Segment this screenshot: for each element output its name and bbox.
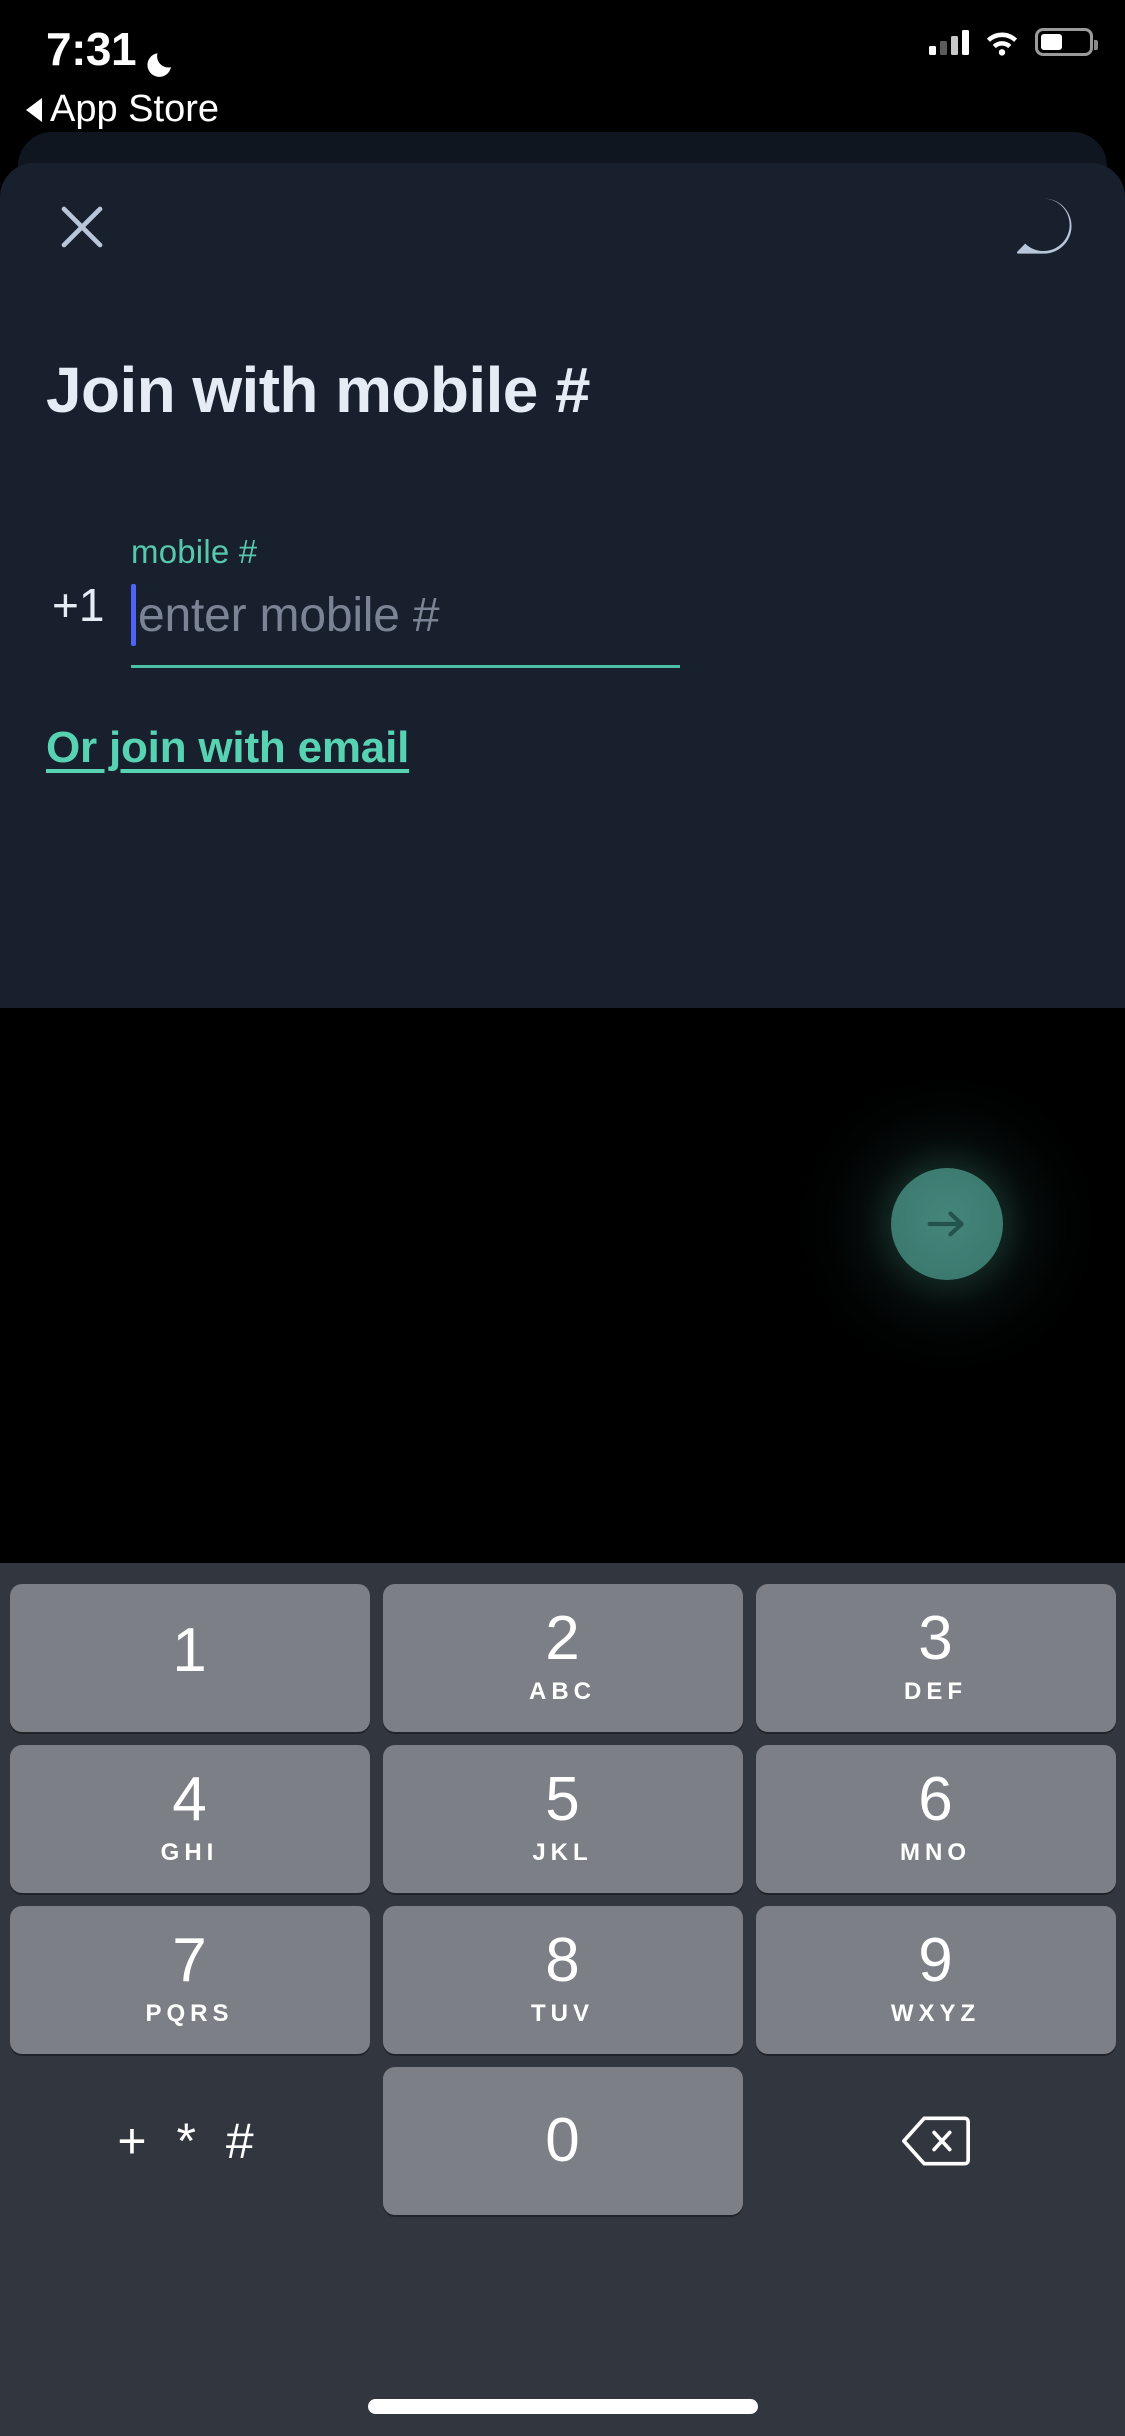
country-code-prefix: +1 xyxy=(52,579,105,631)
key-letters: GHI xyxy=(160,1839,219,1866)
status-bar: 7:31 App Store xyxy=(0,0,1125,150)
key-digit: 0 xyxy=(545,2106,580,2175)
mobile-input-placeholder: enter mobile # xyxy=(138,588,440,642)
key-letters: DEF xyxy=(904,1678,967,1705)
status-bar-indicators xyxy=(929,28,1098,56)
key-digit: 7 xyxy=(172,1926,207,1995)
numeric-keypad: 1 2 ABC 3 DEF 4 GHI 5 JKL 6 MNO 7 PQRS 8… xyxy=(0,1563,1125,2436)
key-digit: 5 xyxy=(545,1765,580,1834)
status-bar-time: 7:31 xyxy=(46,23,137,75)
key-9[interactable]: 9 WXYZ xyxy=(755,1906,1116,2054)
page-title: Join with mobile # xyxy=(46,354,591,426)
key-4[interactable]: 4 GHI xyxy=(9,1745,370,1893)
key-8[interactable]: 8 TUV xyxy=(382,1906,743,2054)
key-digit: 3 xyxy=(918,1604,953,1673)
battery-icon xyxy=(1035,28,1098,56)
status-bar-time-group: 7:31 xyxy=(46,22,176,77)
keypad-row-3: 7 PQRS 8 TUV 9 WXYZ xyxy=(0,1906,1125,2054)
key-5[interactable]: 5 JKL xyxy=(382,1745,743,1893)
submit-button[interactable] xyxy=(891,1168,1003,1280)
key-letters: ABC xyxy=(529,1678,596,1705)
mobile-number-input[interactable]: enter mobile # xyxy=(131,569,680,661)
key-letters: PQRS xyxy=(145,2000,234,2027)
help-question-bubble-icon xyxy=(1016,198,1072,254)
key-digit: 4 xyxy=(172,1765,207,1834)
crescent-moon-icon xyxy=(146,36,176,77)
key-symbols-label: + * # xyxy=(117,2113,262,2169)
key-digit: 6 xyxy=(918,1765,953,1834)
keypad-row-1: 1 2 ABC 3 DEF xyxy=(0,1563,1125,1732)
key-7[interactable]: 7 PQRS xyxy=(9,1906,370,2054)
key-3[interactable]: 3 DEF xyxy=(755,1584,1116,1732)
text-caret xyxy=(131,584,136,646)
key-letters: WXYZ xyxy=(890,2000,981,2027)
sheet-nav-bar xyxy=(0,163,1125,283)
key-letters: TUV xyxy=(531,2000,594,2027)
help-button[interactable] xyxy=(1005,187,1083,265)
key-digit: 8 xyxy=(545,1926,580,1995)
key-letters: MNO xyxy=(900,1839,971,1866)
keypad-row-2: 4 GHI 5 JKL 6 MNO xyxy=(0,1745,1125,1893)
key-digit: 9 xyxy=(918,1926,953,1995)
key-1[interactable]: 1 xyxy=(9,1584,370,1732)
back-label: App Store xyxy=(50,88,219,130)
key-0[interactable]: 0 xyxy=(382,2067,743,2215)
key-digit: 1 xyxy=(172,1616,207,1685)
cellular-signal-icon xyxy=(929,29,969,55)
join-with-email-link[interactable]: Or join with email xyxy=(46,723,409,773)
back-triangle-icon xyxy=(26,97,42,122)
phone-screen: 7:31 App Store Join with mobile # mobile… xyxy=(0,0,1125,2436)
wifi-icon xyxy=(983,28,1021,56)
key-symbols[interactable]: + * # xyxy=(10,2067,370,2215)
close-button[interactable] xyxy=(46,191,118,263)
arrow-right-icon xyxy=(927,1211,964,1237)
key-backspace[interactable] xyxy=(756,2067,1116,2215)
backspace-delete-icon xyxy=(901,2116,970,2166)
key-6[interactable]: 6 MNO xyxy=(755,1745,1116,1893)
input-underline xyxy=(131,665,680,668)
key-2[interactable]: 2 ABC xyxy=(382,1584,743,1732)
mobile-field-label: mobile # xyxy=(131,533,258,570)
key-letters: JKL xyxy=(532,1839,593,1866)
close-x-icon xyxy=(61,206,103,248)
back-to-app-store-link[interactable]: App Store xyxy=(26,88,219,131)
key-digit: 2 xyxy=(545,1604,580,1673)
home-indicator xyxy=(367,2399,758,2414)
keypad-row-4: + * # 0 xyxy=(0,2067,1125,2215)
signup-sheet: Join with mobile # mobile # +1 enter mob… xyxy=(0,163,1125,1008)
